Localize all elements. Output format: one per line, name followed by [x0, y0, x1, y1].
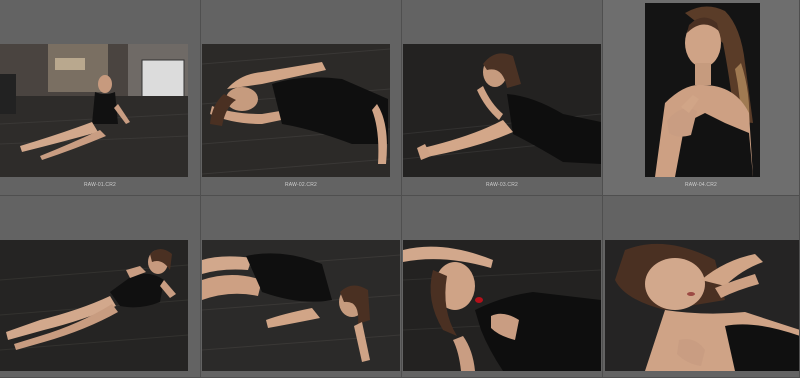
thumbnail-image-5[interactable] [0, 240, 188, 371]
grid-cell-8[interactable] [603, 196, 800, 378]
grid-cell-6[interactable] [201, 196, 402, 378]
grid-cell-3[interactable]: RAW-03.CR2 [402, 0, 603, 196]
thumbnail-image-4[interactable] [645, 3, 760, 177]
grid-cell-7[interactable] [402, 196, 603, 378]
thumbnail-image-7[interactable] [403, 240, 601, 371]
thumbnail-image-2[interactable] [202, 44, 390, 177]
thumbnail-filename: RAW-02.CR2 [284, 182, 317, 188]
grid-cell-4[interactable]: RAW-04.CR2 [603, 0, 800, 196]
thumbnail-image-6[interactable] [202, 240, 400, 371]
grid-cell-2[interactable]: RAW-02.CR2 [201, 0, 402, 196]
grid-cell-1[interactable]: RAW-01.CR2 [0, 0, 201, 196]
thumbnail-filename: RAW-04.CR2 [684, 182, 717, 188]
thumbnail-grid: RAW-01.CR2 RAW-02.CR2 RAW-03.CR2 RAW-04.… [0, 0, 800, 378]
thumbnail-image-3[interactable] [403, 44, 601, 177]
thumbnail-image-1[interactable] [0, 44, 188, 177]
thumbnail-filename: RAW-01.CR2 [83, 182, 116, 188]
thumbnail-filename: RAW-03.CR2 [485, 182, 518, 188]
grid-cell-5[interactable] [0, 196, 201, 378]
thumbnail-image-8[interactable] [605, 240, 799, 371]
